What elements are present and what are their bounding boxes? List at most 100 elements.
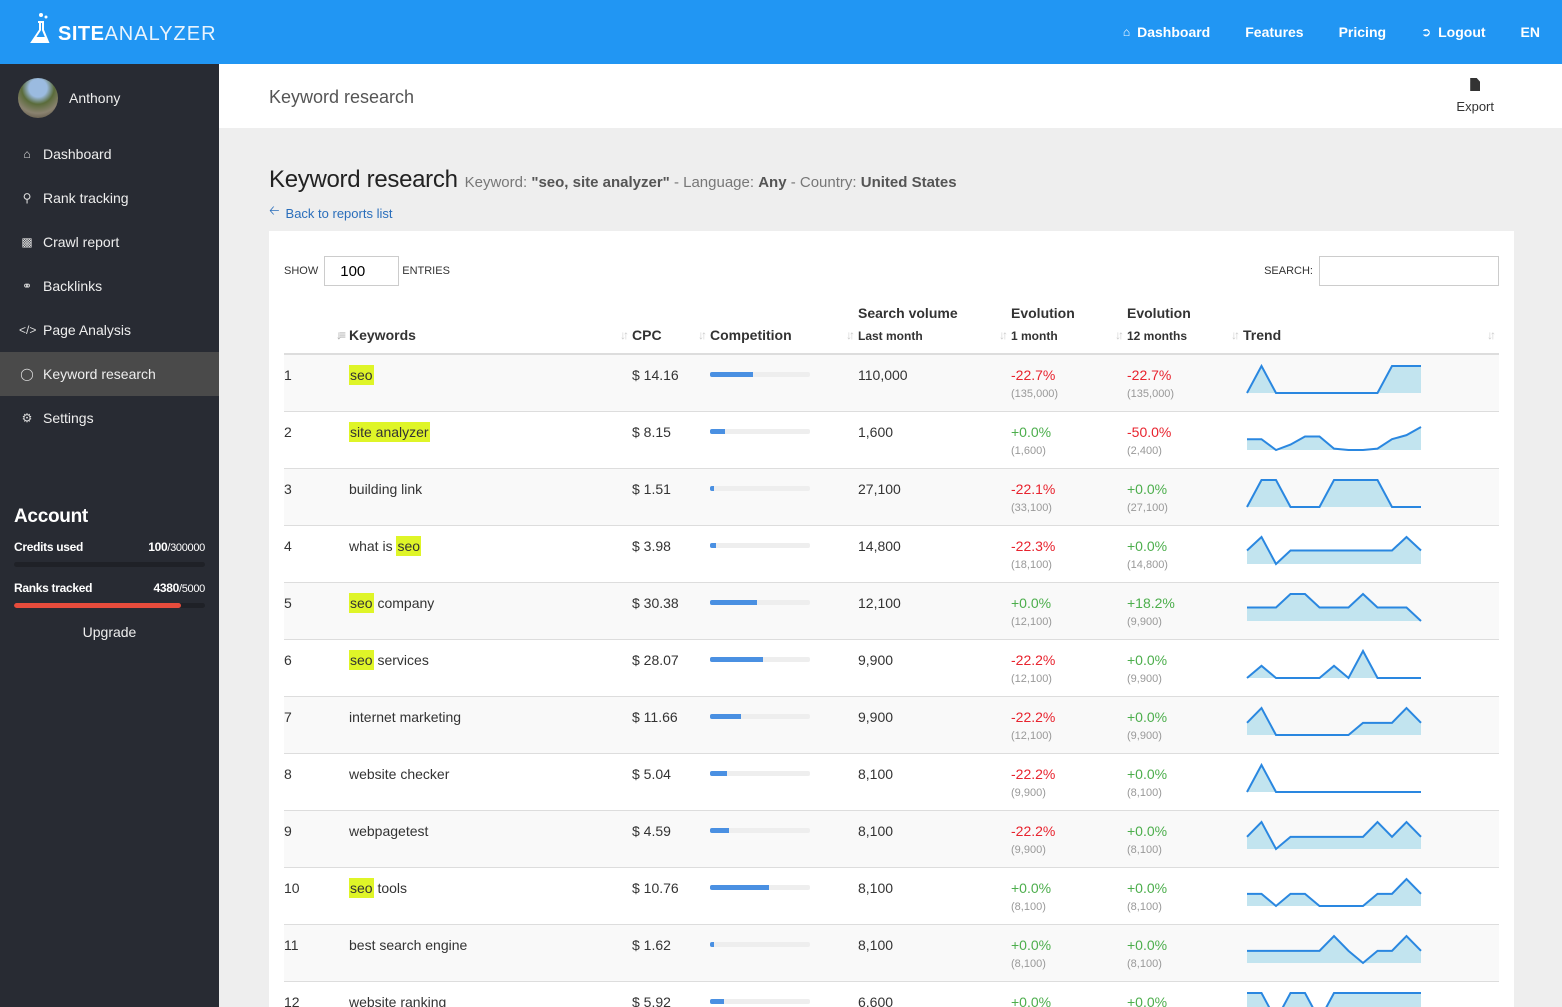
competition-cell [710,810,858,867]
volume-cell: 6,600 [858,993,894,1007]
site-analyzer-logo[interactable]: SITE ANALYZER [28,12,217,48]
header-volume: Search volume [858,305,958,321]
sidebar-item-settings[interactable]: ⚙ Settings [0,396,219,440]
evolution-1m-value: -22.2% [1011,822,1056,839]
col-competition[interactable]: Competition ↓↑ [710,304,858,355]
keyword-label: Keyword: [464,174,532,191]
volume-cell: 8,100 [858,765,894,782]
evolution-1m-previous: (8,100) [1011,957,1046,970]
search-icon: ⚲ [22,191,32,205]
sidebar-item-keyword-research[interactable]: ◯ Keyword research [0,352,219,396]
search-input[interactable] [1319,256,1499,286]
trend-sparkline [1247,425,1422,451]
show-label: SHOW [284,265,319,277]
language-selector[interactable]: EN [1521,24,1540,40]
keyword-text: what is [349,537,397,554]
table-row[interactable]: 3 building link $ 1.51 27,100 -22.1% (33,100)… [284,468,1499,525]
back-to-reports-link[interactable]: 🡠 Back to reports list [269,202,392,224]
sort-icon: ↓↑ [846,328,855,342]
sidebar-item-crawl-report[interactable]: ▩ Crawl report [0,220,219,264]
evolution-1m-previous: (18,100) [1011,558,1052,571]
col-keywords[interactable]: Keywords ↓↑ [349,304,632,355]
evolution-1m-cell: +0.0% (8,100) [1011,867,1127,924]
evolution-12m-cell: +0.0% (8,100) [1127,810,1243,867]
evolution-12m-previous: (9,900) [1127,729,1162,742]
cpc-cell: $ 14.16 [632,367,679,383]
evolution-12m-cell: +18.2% (9,900) [1127,582,1243,639]
sort-icon: ↓↑ [999,328,1008,342]
col-cpc[interactable]: CPC ↓↑ [632,304,710,355]
col-rank[interactable]: ↓≡ [284,304,349,355]
table-row[interactable]: 8 website checker $ 5.04 8,100 -22.2% (9,900)… [284,753,1499,810]
entries-per-page-input[interactable] [324,256,400,286]
col-trend[interactable]: Trend ↓↑ [1243,304,1499,355]
home-icon: ⌂ [1122,25,1131,39]
evolution-12m-value: +0.0% [1127,822,1168,839]
table-row[interactable]: 11 best search engine $ 1.62 8,100 +0.0% (8,1… [284,924,1499,981]
trend-area [1247,479,1421,507]
trend-area [1247,935,1421,963]
evolution-12m-value: +0.0% [1127,651,1168,668]
evolution-1m-cell: -22.2% (9,900) [1011,810,1127,867]
ranks-label: Ranks tracked [14,581,93,595]
table-row[interactable]: 10 seo tools $ 10.76 8,100 +0.0% (8,100) +0.0%… [284,867,1499,924]
table-row[interactable]: 2 site analyzer $ 8.15 1,600 +0.0% (1,600) -50… [284,411,1499,468]
table-row[interactable]: 7 internet marketing $ 11.66 9,900 -22.2% (12… [284,696,1499,753]
evolution-12m-cell: +0.0% (14,800) [1127,525,1243,582]
header-evo12-sub: 12 months [1127,329,1188,343]
table-row[interactable]: 6 seo services $ 28.07 9,900 -22.2% (12,100) +… [284,639,1499,696]
user-profile[interactable]: Anthony [0,64,219,132]
page-length: SHOW ENTRIES [284,256,450,286]
evolution-12m-cell: +0.0% (8,100) [1127,867,1243,924]
topnav-dashboard[interactable]: ⌂ Dashboard [1123,24,1210,40]
table-controls: SHOW ENTRIES SEARCH: [284,256,1499,288]
sort-icon: ↓↑ [1487,328,1496,342]
sidebar-item-label: Crawl report [43,234,120,250]
topnav-logout[interactable]: ➲ Logout [1421,24,1485,40]
table-row[interactable]: 5 seo company $ 30.38 12,100 +0.0% (12,100) +1… [284,582,1499,639]
topnav-features-label: Features [1245,24,1304,40]
keyword-highlight: site analyzer [349,421,430,442]
competition-bar-fill [710,770,727,776]
keyword-cell: seo [349,354,632,411]
link-icon: ⚭ [21,279,33,293]
sidebar-item-rank-tracking[interactable]: ⚲ Rank tracking [0,176,219,220]
table-row[interactable]: 9 webpagetest $ 4.59 8,100 -22.2% (9,900) +0.0… [284,810,1499,867]
competition-bar [710,884,810,890]
topnav-features[interactable]: Features [1245,24,1303,40]
volume-cell: 1,600 [858,423,894,440]
header-evo1-sub: 1 month [1011,329,1058,343]
upgrade-button[interactable]: Upgrade [14,624,205,640]
home-icon: ⌂ [23,147,31,161]
language-value: Any [758,174,787,191]
evolution-12m-cell: -22.7% (135,000) [1127,354,1243,411]
credits-label: Credits used [14,540,84,554]
header-keywords: Keywords [349,327,416,343]
sidebar-item-backlinks[interactable]: ⚭ Backlinks [0,264,219,308]
table-row[interactable]: 4 what is seo $ 3.98 14,800 -22.3% (18,100) +0… [284,525,1499,582]
keywords-panel: SHOW ENTRIES SEARCH: ↓≡ Keywords↓↑ CPC↓↑… [269,231,1514,1007]
keyword-highlight: seo [349,877,374,898]
language-label-text: - Language: [669,174,759,191]
sidebar-item-dashboard[interactable]: ⌂ Dashboard [0,132,219,176]
trend-sparkline [1246,648,1421,680]
trend-area [1247,992,1421,1007]
col-evolution-12m[interactable]: Evolution 12 months ↓↑ [1127,304,1243,355]
col-search-volume[interactable]: Search volume Last month ↓↑ [858,304,1011,355]
sidebar-item-page-analysis[interactable]: </> Page Analysis [0,308,219,352]
competition-bar-fill [710,998,724,1004]
topnav-pricing[interactable]: Pricing [1339,24,1386,40]
header-cpc: CPC [632,327,662,343]
col-evolution-1m[interactable]: Evolution 1 month ↓↑ [1011,304,1127,355]
rank-cell: 11 [284,936,299,953]
sidebar-item-label: Page Analysis [43,322,131,338]
export-button[interactable]: Export [1456,78,1494,114]
search-label: SEARCH: [1264,265,1313,277]
sidebar-item-label: Settings [43,410,94,426]
table-row[interactable]: 1 seo $ 14.16 110,000 -22.7% (135,000) -22.7% (… [284,354,1499,411]
evolution-1m-value: -22.2% [1011,708,1056,725]
table-row[interactable]: 12 website ranking $ 5.92 6,600 +0.0% +0.0% [284,981,1499,1007]
volume-cell: 8,100 [858,879,894,896]
export-label: Export [1456,99,1494,114]
competition-bar [710,713,810,719]
